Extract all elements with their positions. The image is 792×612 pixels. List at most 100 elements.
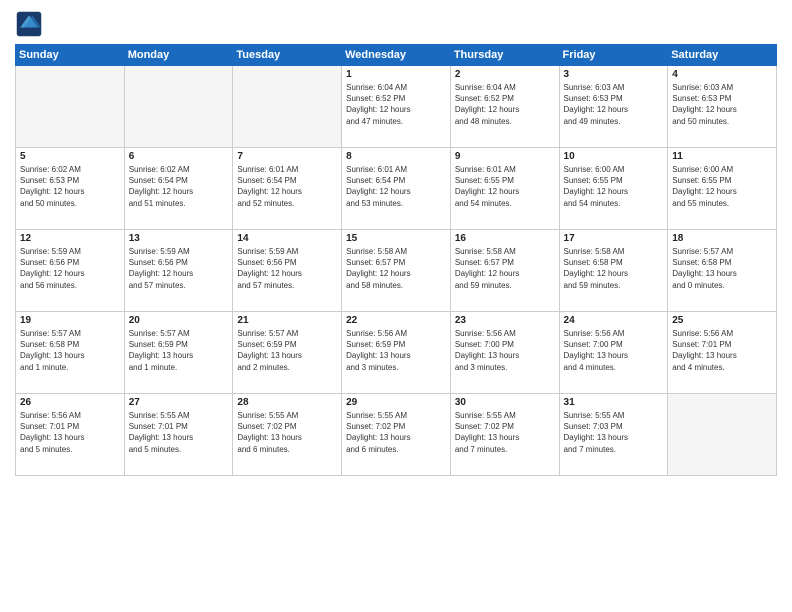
day-number: 1 [346,69,446,80]
day-info: Sunrise: 5:59 AM Sunset: 6:56 PM Dayligh… [129,246,229,291]
calendar-day-cell: 14 Sunrise: 5:59 AM Sunset: 6:56 PM Dayli… [233,230,342,312]
day-number: 6 [129,151,229,162]
day-info: Sunrise: 6:00 AM Sunset: 6:55 PM Dayligh… [564,164,664,209]
calendar-day-cell: 20 Sunrise: 5:57 AM Sunset: 6:59 PM Dayli… [124,312,233,394]
calendar-week-row: 5 Sunrise: 6:02 AM Sunset: 6:53 PM Daylig… [16,148,777,230]
calendar-day-cell: 25 Sunrise: 5:56 AM Sunset: 7:01 PM Dayli… [668,312,777,394]
day-number: 12 [20,233,120,244]
day-info: Sunrise: 6:01 AM Sunset: 6:54 PM Dayligh… [346,164,446,209]
day-number: 27 [129,397,229,408]
calendar-day-cell: 26Sunrise: 5:56 AM Sunset: 7:01 PM Dayli… [16,394,125,476]
calendar-day-cell: 10 Sunrise: 6:00 AM Sunset: 6:55 PM Dayli… [559,148,668,230]
day-number: 20 [129,315,229,326]
day-number: 2 [455,69,555,80]
day-info: Sunrise: 5:55 AM Sunset: 7:02 PM Dayligh… [237,410,337,455]
weekday-header: Sunday [16,45,125,66]
day-info: Sunrise: 5:59 AM Sunset: 6:56 PM Dayligh… [237,246,337,291]
day-number: 29 [346,397,446,408]
calendar-week-row: 12 Sunrise: 5:59 AM Sunset: 6:56 PM Dayli… [16,230,777,312]
day-number: 5 [20,151,120,162]
day-info: Sunrise: 6:00 AM Sunset: 6:55 PM Dayligh… [672,164,772,209]
calendar: SundayMondayTuesdayWednesdayThursdayFrid… [15,44,777,476]
day-number: 3 [564,69,664,80]
day-number: 25 [672,315,772,326]
day-info: Sunrise: 5:57 AM Sunset: 6:59 PM Dayligh… [129,328,229,373]
calendar-day-cell [16,66,125,148]
day-info: Sunrise: 6:02 AM Sunset: 6:54 PM Dayligh… [129,164,229,209]
calendar-week-row: 26Sunrise: 5:56 AM Sunset: 7:01 PM Dayli… [16,394,777,476]
weekday-header: Saturday [668,45,777,66]
day-info: Sunrise: 5:56 AM Sunset: 6:59 PM Dayligh… [346,328,446,373]
day-info: Sunrise: 5:58 AM Sunset: 6:57 PM Dayligh… [455,246,555,291]
calendar-day-cell: 8 Sunrise: 6:01 AM Sunset: 6:54 PM Daylig… [342,148,451,230]
calendar-day-cell: 3Sunrise: 6:03 AM Sunset: 6:53 PM Daylig… [559,66,668,148]
day-number: 7 [237,151,337,162]
calendar-day-cell: 28 Sunrise: 5:55 AM Sunset: 7:02 PM Dayli… [233,394,342,476]
calendar-header-row: SundayMondayTuesdayWednesdayThursdayFrid… [16,45,777,66]
day-number: 4 [672,69,772,80]
day-info: Sunrise: 6:01 AM Sunset: 6:55 PM Dayligh… [455,164,555,209]
calendar-day-cell: 4 Sunrise: 6:03 AM Sunset: 6:53 PM Daylig… [668,66,777,148]
weekday-header: Friday [559,45,668,66]
logo [15,10,47,38]
calendar-day-cell: 21 Sunrise: 5:57 AM Sunset: 6:59 PM Dayli… [233,312,342,394]
day-info: Sunrise: 5:58 AM Sunset: 6:58 PM Dayligh… [564,246,664,291]
day-info: Sunrise: 6:02 AM Sunset: 6:53 PM Dayligh… [20,164,120,209]
calendar-day-cell [668,394,777,476]
day-number: 23 [455,315,555,326]
weekday-header: Tuesday [233,45,342,66]
day-info: Sunrise: 5:55 AM Sunset: 7:02 PM Dayligh… [455,410,555,455]
day-number: 14 [237,233,337,244]
day-info: Sunrise: 5:57 AM Sunset: 6:58 PM Dayligh… [672,246,772,291]
calendar-day-cell: 22 Sunrise: 5:56 AM Sunset: 6:59 PM Dayli… [342,312,451,394]
calendar-day-cell: 6 Sunrise: 6:02 AM Sunset: 6:54 PM Daylig… [124,148,233,230]
day-number: 16 [455,233,555,244]
day-info: Sunrise: 5:58 AM Sunset: 6:57 PM Dayligh… [346,246,446,291]
day-info: Sunrise: 5:56 AM Sunset: 7:01 PM Dayligh… [672,328,772,373]
calendar-day-cell: 15 Sunrise: 5:58 AM Sunset: 6:57 PM Dayli… [342,230,451,312]
calendar-day-cell: 2 Sunrise: 6:04 AM Sunset: 6:52 PM Daylig… [450,66,559,148]
calendar-day-cell: 11 Sunrise: 6:00 AM Sunset: 6:55 PM Dayli… [668,148,777,230]
calendar-day-cell: 24 Sunrise: 5:56 AM Sunset: 7:00 PM Dayli… [559,312,668,394]
day-info: Sunrise: 5:55 AM Sunset: 7:02 PM Dayligh… [346,410,446,455]
day-info: Sunrise: 5:57 AM Sunset: 6:58 PM Dayligh… [20,328,120,373]
day-number: 24 [564,315,664,326]
day-number: 11 [672,151,772,162]
calendar-week-row: 1 Sunrise: 6:04 AM Sunset: 6:52 PM Daylig… [16,66,777,148]
day-number: 26 [20,397,120,408]
calendar-day-cell: 16 Sunrise: 5:58 AM Sunset: 6:57 PM Dayli… [450,230,559,312]
day-number: 31 [564,397,664,408]
day-info: Sunrise: 6:04 AM Sunset: 6:52 PM Dayligh… [455,82,555,127]
day-info: Sunrise: 5:59 AM Sunset: 6:56 PM Dayligh… [20,246,120,291]
day-info: Sunrise: 6:04 AM Sunset: 6:52 PM Dayligh… [346,82,446,127]
day-number: 21 [237,315,337,326]
calendar-day-cell: 29 Sunrise: 5:55 AM Sunset: 7:02 PM Dayli… [342,394,451,476]
day-info: Sunrise: 6:01 AM Sunset: 6:54 PM Dayligh… [237,164,337,209]
day-info: Sunrise: 6:03 AM Sunset: 6:53 PM Dayligh… [672,82,772,127]
day-number: 28 [237,397,337,408]
calendar-day-cell: 19 Sunrise: 5:57 AM Sunset: 6:58 PM Dayli… [16,312,125,394]
calendar-day-cell: 9Sunrise: 6:01 AM Sunset: 6:55 PM Daylig… [450,148,559,230]
calendar-day-cell: 13Sunrise: 5:59 AM Sunset: 6:56 PM Dayli… [124,230,233,312]
day-number: 15 [346,233,446,244]
calendar-day-cell: 31Sunrise: 5:55 AM Sunset: 7:03 PM Dayli… [559,394,668,476]
logo-icon [15,10,43,38]
calendar-day-cell: 23 Sunrise: 5:56 AM Sunset: 7:00 PM Dayli… [450,312,559,394]
weekday-header: Monday [124,45,233,66]
day-number: 19 [20,315,120,326]
day-number: 17 [564,233,664,244]
weekday-header: Wednesday [342,45,451,66]
calendar-day-cell: 17 Sunrise: 5:58 AM Sunset: 6:58 PM Dayli… [559,230,668,312]
day-info: Sunrise: 5:56 AM Sunset: 7:00 PM Dayligh… [564,328,664,373]
calendar-week-row: 19 Sunrise: 5:57 AM Sunset: 6:58 PM Dayli… [16,312,777,394]
day-number: 22 [346,315,446,326]
day-number: 10 [564,151,664,162]
calendar-day-cell [124,66,233,148]
calendar-day-cell [233,66,342,148]
calendar-day-cell: 1 Sunrise: 6:04 AM Sunset: 6:52 PM Daylig… [342,66,451,148]
day-info: Sunrise: 5:57 AM Sunset: 6:59 PM Dayligh… [237,328,337,373]
calendar-day-cell: 7 Sunrise: 6:01 AM Sunset: 6:54 PM Daylig… [233,148,342,230]
day-number: 8 [346,151,446,162]
day-info: Sunrise: 5:56 AM Sunset: 7:00 PM Dayligh… [455,328,555,373]
calendar-day-cell: 30Sunrise: 5:55 AM Sunset: 7:02 PM Dayli… [450,394,559,476]
